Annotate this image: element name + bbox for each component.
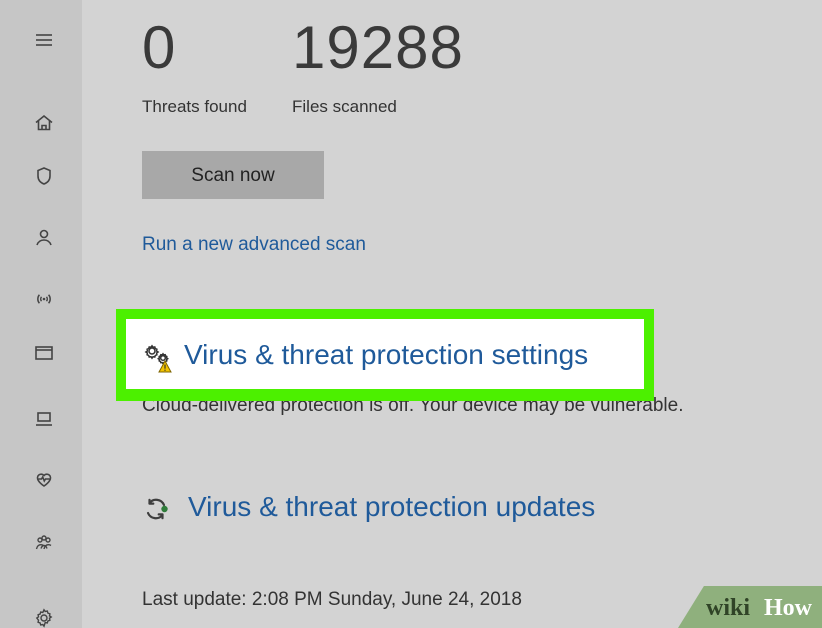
settings-link-box[interactable]: Virus & threat protection settings xyxy=(126,319,644,389)
settings-link-title[interactable]: Virus & threat protection settings xyxy=(184,341,588,369)
home-icon[interactable] xyxy=(32,111,56,135)
updates-link-row[interactable]: Virus & threat protection updates xyxy=(142,493,702,529)
hamburger-menu-icon[interactable] xyxy=(32,28,56,52)
files-scanned-metric: 19288 Files scanned xyxy=(292,0,532,130)
threats-found-label: Threats found xyxy=(142,97,247,116)
settings-gear-icon[interactable] xyxy=(32,606,56,628)
defender-page: 0 Threats found 19288 Files scanned Scan… xyxy=(0,0,822,628)
main-content: 0 Threats found 19288 Files scanned Scan… xyxy=(82,0,822,628)
heart-health-icon[interactable] xyxy=(32,467,56,491)
wireless-icon[interactable] xyxy=(32,287,56,311)
family-icon[interactable] xyxy=(32,531,56,555)
wikihow-watermark: wiki How xyxy=(678,586,822,628)
browser-window-icon[interactable] xyxy=(32,341,56,365)
scan-now-button[interactable]: Scan now xyxy=(142,151,324,199)
files-scanned-value: 19288 xyxy=(292,14,464,81)
files-scanned-label: Files scanned xyxy=(292,97,397,116)
refresh-update-icon xyxy=(142,495,170,523)
last-update-text: Last update: 2:08 PM Sunday, June 24, 20… xyxy=(142,589,522,610)
settings-warning-icon xyxy=(142,341,176,375)
sidebar xyxy=(0,0,82,628)
threats-found-metric: 0 Threats found xyxy=(142,0,282,130)
updates-link-title[interactable]: Virus & threat protection updates xyxy=(188,493,595,521)
watermark-how-text: How xyxy=(764,595,812,621)
threats-found-value: 0 xyxy=(142,14,177,81)
person-icon[interactable] xyxy=(32,226,56,250)
watermark-wiki-text: wiki xyxy=(706,595,751,621)
advanced-scan-link[interactable]: Run a new advanced scan xyxy=(142,234,366,256)
shield-icon[interactable] xyxy=(32,164,56,188)
laptop-icon[interactable] xyxy=(32,407,56,431)
